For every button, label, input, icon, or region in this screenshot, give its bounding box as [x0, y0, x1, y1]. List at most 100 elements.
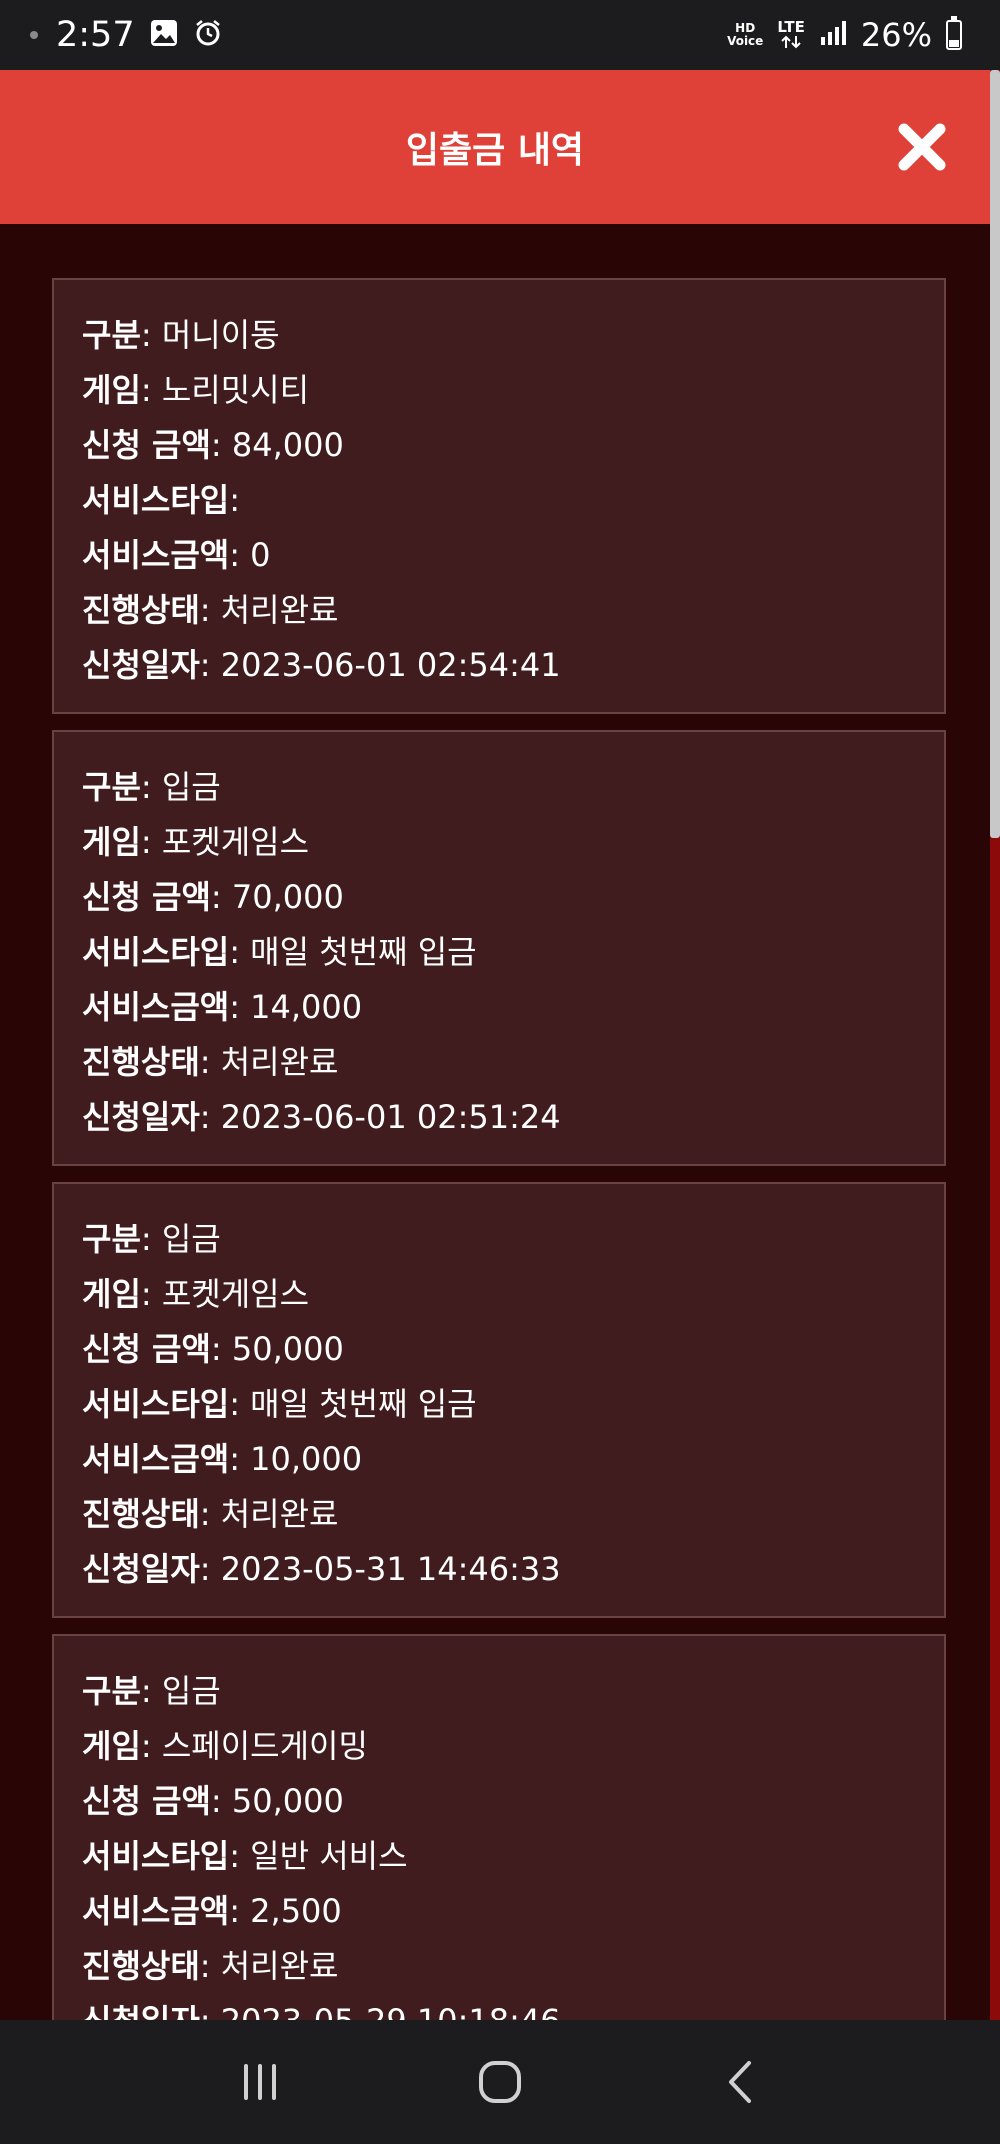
status-value: 처리완료	[220, 1495, 339, 1533]
battery-icon	[946, 16, 962, 50]
category-label: 구분	[82, 1672, 141, 1710]
service-amount-value: 2,500	[250, 1892, 342, 1930]
date-value: 2023-05-29 10:18:46	[221, 2002, 561, 2020]
status-label: 진행상태	[82, 1043, 200, 1081]
amount-label: 신청 금액	[82, 1782, 211, 1820]
row-service-type: 서비스타입: 매일 첫번째 입금	[82, 1385, 477, 1423]
notification-dot	[30, 31, 38, 39]
row-service-amount: 서비스금액: 0	[82, 536, 271, 574]
system-nav-bar	[0, 2020, 1000, 2144]
status-value: 처리완료	[220, 1043, 339, 1081]
game-label: 게임	[82, 1727, 141, 1765]
game-value: 포켓게임스	[161, 1275, 310, 1313]
battery-percent: 26%	[860, 16, 932, 54]
amount-value: 70,000	[231, 878, 344, 916]
row-category: 구분: 입금	[82, 1220, 221, 1258]
row-date: 신청일자: 2023-05-31 14:46:33	[82, 1550, 561, 1588]
status-time: 2:57	[56, 15, 135, 55]
network-label: LTE	[777, 17, 805, 36]
status-bar: 2:57 HD Voice LTE 26%	[0, 0, 1000, 70]
row-date: 신청일자: 2023-06-01 02:54:41	[82, 646, 561, 684]
data-arrows-icon	[777, 35, 805, 52]
voice-label: Voice	[727, 34, 764, 48]
app-header: 입출금 내역	[0, 70, 990, 224]
row-date: 신청일자: 2023-06-01 02:51:24	[82, 1098, 561, 1136]
alarm-icon	[193, 18, 223, 52]
status-label: 진행상태	[82, 1947, 200, 1985]
amount-label: 신청 금액	[82, 878, 211, 916]
service-type-value: 매일 첫번째 입금	[250, 933, 477, 971]
date-label: 신청일자	[82, 646, 200, 684]
back-icon	[729, 2061, 751, 2103]
category-label: 구분	[82, 316, 141, 354]
status-value: 처리완료	[220, 591, 339, 629]
service-type-label: 서비스타입	[82, 481, 230, 519]
hd-voice-indicator: HD Voice	[727, 22, 763, 48]
date-value: 2023-06-01 02:51:24	[220, 1098, 561, 1136]
game-label: 게임	[82, 823, 141, 861]
service-amount-label: 서비스금액	[82, 988, 230, 1026]
row-amount: 신청 금액: 70,000	[82, 878, 344, 916]
row-status: 진행상태: 처리완료	[82, 1043, 339, 1081]
row-amount: 신청 금액: 84,000	[82, 426, 344, 464]
close-icon	[898, 123, 946, 171]
close-button[interactable]	[894, 119, 950, 175]
row-service-type: 서비스타입: 일반 서비스	[82, 1837, 408, 1875]
scrollbar-thumb[interactable]	[990, 70, 1000, 838]
transaction-card: 구분: 입금 게임: 스페이드게이밍 신청 금액: 50,000 서비스타입: …	[52, 1634, 946, 2020]
scrollbar[interactable]	[990, 70, 1000, 2020]
row-service-amount: 서비스금액: 14,000	[82, 988, 363, 1026]
game-value: 노리밋시티	[161, 371, 310, 409]
image-icon	[149, 18, 179, 52]
row-category: 구분: 입금	[82, 768, 221, 806]
transaction-card: 구분: 입금 게임: 포켓게임스 신청 금액: 50,000 서비스타입: 매일…	[52, 1182, 946, 1618]
game-value: 포켓게임스	[161, 823, 310, 861]
row-status: 진행상태: 처리완료	[82, 1495, 339, 1533]
status-right: HD Voice LTE 26%	[727, 16, 962, 54]
status-label: 진행상태	[82, 591, 200, 629]
row-service-amount: 서비스금액: 10,000	[82, 1440, 363, 1478]
service-amount-value: 0	[250, 536, 271, 574]
service-type-value: 일반 서비스	[250, 1837, 408, 1875]
row-amount: 신청 금액: 50,000	[82, 1330, 344, 1368]
category-label: 구분	[82, 1220, 141, 1258]
page-title: 입출금 내역	[405, 130, 585, 171]
row-status: 진행상태: 처리완료	[82, 591, 339, 629]
row-date: 신청일자: 2023-05-29 10:18:46	[82, 1994, 944, 2020]
game-value: 스페이드게이밍	[161, 1727, 368, 1765]
transaction-card: 구분: 입금 게임: 포켓게임스 신청 금액: 70,000 서비스타입: 매일…	[52, 730, 946, 1166]
service-amount-value: 14,000	[250, 988, 363, 1026]
status-value: 처리완료	[220, 1947, 339, 1985]
status-label: 진행상태	[82, 1495, 200, 1533]
lte-indicator: LTE	[777, 19, 805, 52]
service-type-value: 매일 첫번째 입금	[250, 1385, 477, 1423]
amount-value: 50,000	[231, 1330, 344, 1368]
back-button[interactable]	[700, 2042, 780, 2122]
amount-label: 신청 금액	[82, 1330, 211, 1368]
row-service-amount: 서비스금액: 2,500	[82, 1892, 342, 1930]
home-button[interactable]	[460, 2042, 540, 2122]
row-amount: 신청 금액: 50,000	[82, 1782, 344, 1820]
game-label: 게임	[82, 371, 141, 409]
category-value: 입금	[161, 768, 221, 806]
game-label: 게임	[82, 1275, 141, 1313]
status-left: 2:57	[30, 15, 223, 55]
category-value: 머니이동	[161, 316, 280, 354]
service-type-label: 서비스타입	[82, 1837, 230, 1875]
recent-apps-button[interactable]	[220, 2042, 300, 2122]
date-label: 신청일자	[82, 1098, 200, 1136]
home-icon	[479, 2061, 521, 2103]
transaction-card: 구분: 머니이동 게임: 노리밋시티 신청 금액: 84,000 서비스타입: …	[52, 278, 946, 714]
transaction-list[interactable]: 구분: 머니이동 게임: 노리밋시티 신청 금액: 84,000 서비스타입: …	[0, 224, 990, 2020]
row-status: 진행상태: 처리완료	[82, 1947, 339, 1985]
service-type-label: 서비스타입	[82, 1385, 230, 1423]
service-type-label: 서비스타입	[82, 933, 230, 971]
date-value: 2023-05-31 14:46:33	[220, 1550, 561, 1588]
row-service-type: 서비스타입:	[82, 481, 240, 519]
amount-label: 신청 금액	[82, 426, 211, 464]
row-service-type: 서비스타입: 매일 첫번째 입금	[82, 933, 477, 971]
amount-value: 84,000	[231, 426, 344, 464]
service-amount-value: 10,000	[250, 1440, 363, 1478]
date-label: 신청일자	[82, 2002, 200, 2020]
service-amount-label: 서비스금액	[82, 536, 230, 574]
